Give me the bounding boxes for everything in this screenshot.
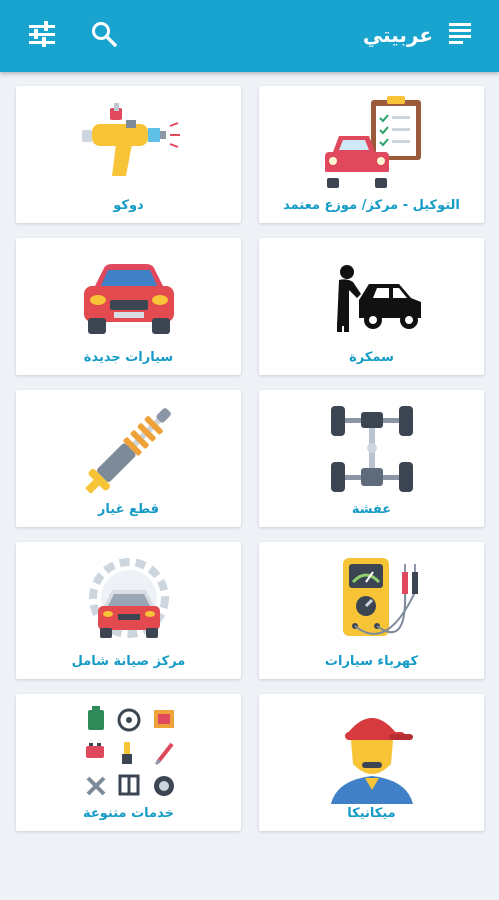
category-label: دوكو — [113, 198, 144, 213]
car-gear-maintenance-icon — [88, 558, 169, 638]
category-card-suspension[interactable]: عفشة — [259, 390, 484, 527]
category-card-auto-electric[interactable]: كهرباء سيارات — [259, 542, 484, 679]
category-label: قطع غيار — [97, 502, 160, 517]
category-label: عفشة — [351, 502, 392, 517]
category-grid: دوكو التوكيل - مركز/ موزع معتمد سيارات ج… — [0, 0, 499, 900]
category-card-dealer[interactable]: التوكيل - مركز/ موزع معتمد — [259, 86, 484, 223]
shock-absorber-icon — [84, 408, 171, 494]
red-car-front-icon — [83, 264, 174, 334]
category-card-assorted-services[interactable]: خدمات متنوعة — [16, 694, 241, 831]
category-card-body-repair[interactable]: سمكرة — [259, 238, 484, 375]
assorted-services-icon — [85, 706, 174, 796]
mechanic-fixing-car-icon — [336, 265, 421, 332]
spray-paint-gun-icon — [81, 103, 180, 176]
category-card-doko[interactable]: دوكو — [16, 86, 241, 223]
category-label: التوكيل - مركز/ موزع معتمد — [283, 198, 460, 213]
mechanic-cap-icon — [330, 718, 413, 804]
category-label: سمكرة — [349, 350, 394, 365]
car-clipboard-checklist-icon — [324, 96, 421, 188]
multimeter-icon — [342, 558, 418, 636]
category-label: ميكانيكا — [347, 806, 396, 821]
category-card-spare-parts[interactable]: قطع غيار — [16, 390, 241, 527]
category-label: خدمات متنوعة — [83, 806, 174, 821]
category-card-maintenance-center[interactable]: مركز صيانة شامل — [16, 542, 241, 679]
category-card-mechanics[interactable]: ميكانيكا — [259, 694, 484, 831]
category-label: مركز صيانة شامل — [71, 654, 186, 669]
category-card-new-cars[interactable]: سيارات جديدة — [16, 238, 241, 375]
category-label: سيارات جديدة — [83, 350, 174, 365]
category-label: كهرباء سيارات — [324, 654, 419, 669]
car-chassis-axle-icon — [330, 406, 413, 492]
